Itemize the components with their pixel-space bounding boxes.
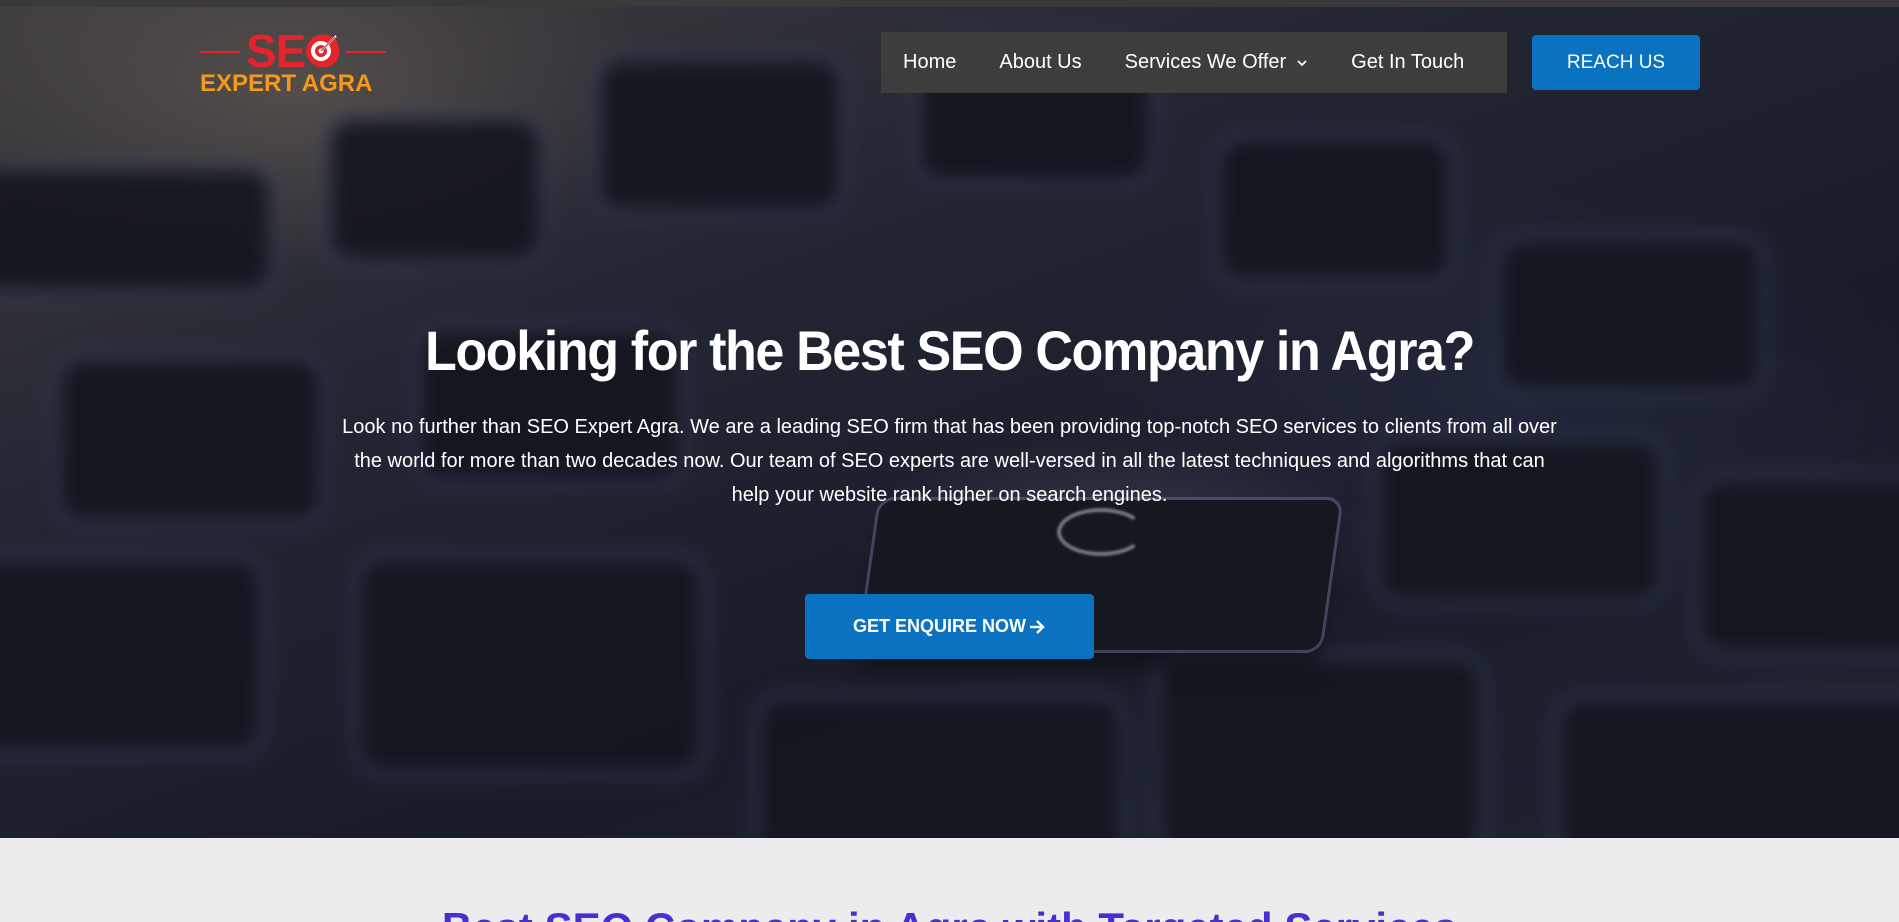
nav-item-services[interactable]: Services We Offer [1125, 51, 1309, 74]
nav-item-label: Get In Touch [1351, 51, 1465, 73]
main-nav: Home About Us Services We Offer Get In T… [881, 32, 1507, 93]
section-title: Best SEO Company in Agra with Targeted S… [0, 904, 1899, 922]
nav-item-home[interactable]: Home [903, 51, 956, 74]
target-icon [306, 35, 337, 66]
chevron-down-icon [1297, 59, 1307, 66]
services-section: Best SEO Company in Agra with Targeted S… [0, 838, 1899, 922]
browser-top-strip [0, 0, 1899, 7]
nav-item-label: Services We Offer [1124, 51, 1287, 73]
logo-line-left [200, 51, 240, 53]
nav-item-get-in-touch[interactable]: Get In Touch [1351, 51, 1464, 74]
hero-title: Looking for the Best SEO Company in Agra… [424, 319, 1475, 382]
logo[interactable]: SEO EXPERT AGRA [200, 25, 390, 98]
nav-item-label: About Us [999, 51, 1082, 73]
get-enquire-now-button[interactable]: GET ENQUIRE NOW [805, 594, 1094, 659]
nav-item-label: Home [903, 51, 957, 73]
logo-sub-text: EXPERT AGRA [200, 70, 373, 97]
hero-description: Look no further than SEO Expert Agra. We… [342, 416, 1557, 506]
reach-us-button[interactable]: REACH US [1532, 35, 1700, 90]
arrow-right-icon [1030, 619, 1045, 634]
logo-line-right [346, 51, 386, 53]
cta-label: GET ENQUIRE NOW [852, 616, 1026, 636]
nav-item-about-us[interactable]: About Us [999, 51, 1081, 74]
